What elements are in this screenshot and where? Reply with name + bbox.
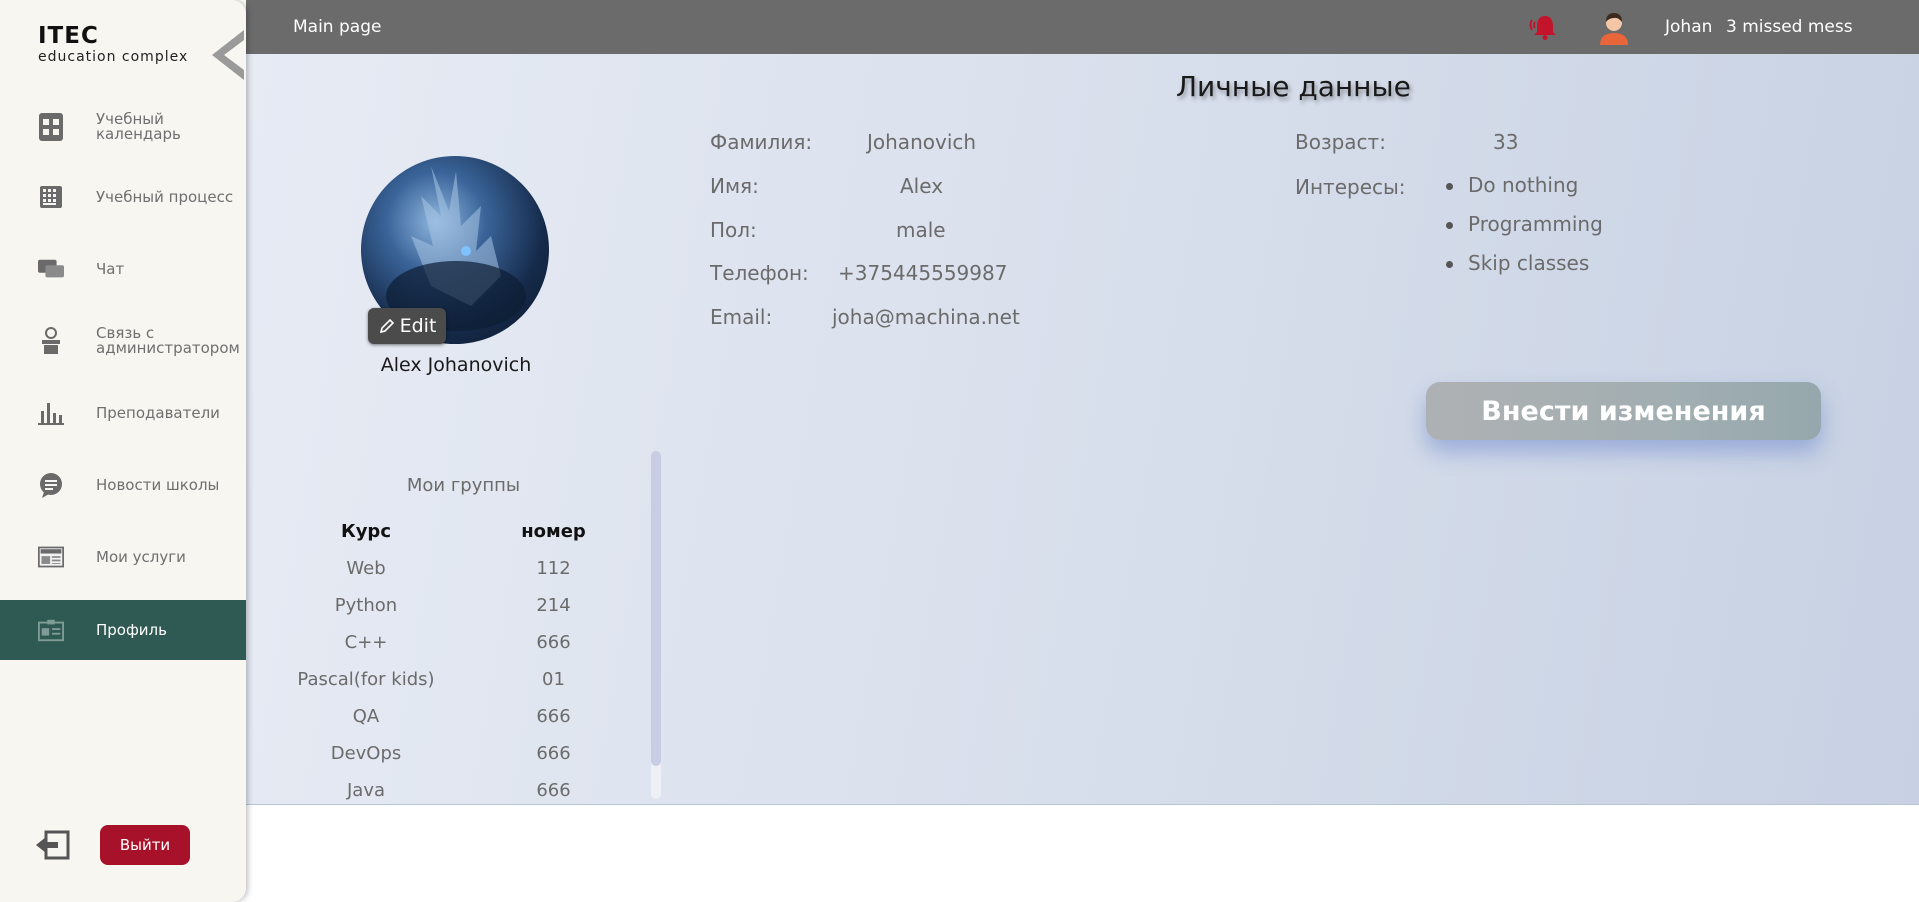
groups-scrollbar[interactable]: [651, 451, 661, 799]
news-bubble-icon: [38, 472, 64, 498]
sidebar-item-label: Учебный календарь: [96, 110, 181, 143]
number-cell: 01: [542, 669, 565, 690]
number-cell: 214: [536, 595, 571, 616]
sidebar: ITEC education complex Учебный календарь…: [0, 0, 246, 902]
age-value: 33: [1493, 130, 1519, 154]
profile-panel: Личные данные Edit Alex Johanovich Фамил…: [246, 54, 1919, 805]
sidebar-item-label: Учебный процесс: [96, 187, 234, 206]
column-header-course: Курс: [340, 520, 391, 542]
sidebar-item-profile[interactable]: Профиль: [0, 600, 246, 660]
admin-icon: [38, 327, 64, 354]
list-item: Programming: [1446, 212, 1603, 251]
calculator-icon: [38, 184, 64, 210]
interests-list: Do nothing Programming Skip classes: [1446, 173, 1603, 290]
list-item: Skip classes: [1446, 251, 1603, 290]
interests-label: Интересы:: [1295, 175, 1406, 199]
phone-label: Телефон:: [710, 261, 809, 285]
table-row[interactable]: Java 666: [276, 772, 651, 809]
number-cell: 666: [536, 743, 571, 764]
table-row[interactable]: Web 112: [276, 550, 651, 587]
column-header-number: номер: [521, 520, 586, 542]
scrollbar-thumb[interactable]: [651, 451, 661, 766]
number-cell: 666: [536, 780, 571, 801]
table-header-row: Курс номер: [276, 512, 651, 550]
phone-value: +375445559987: [838, 261, 1008, 285]
name-value: Alex: [900, 174, 944, 198]
topbar: Main page Johan 3 missed mess: [246, 0, 1919, 54]
email-value: joha@machina.net: [832, 305, 1020, 329]
gender-label: Пол:: [710, 218, 757, 242]
number-cell: 112: [536, 558, 571, 579]
notification-bell-icon[interactable]: [1528, 13, 1562, 41]
pencil-icon: [379, 318, 394, 334]
collapse-sidebar-icon[interactable]: [210, 30, 246, 80]
bar-chart-icon: [38, 400, 64, 426]
sidebar-item-label: Мои услуги: [96, 547, 186, 566]
user-avatar-icon[interactable]: [1596, 9, 1632, 45]
course-cell: Java: [346, 780, 386, 801]
sidebar-item-chat[interactable]: Чат: [0, 240, 246, 298]
course-cell: Pascal(for kids): [297, 669, 435, 690]
profile-name: Alex Johanovich: [380, 354, 532, 376]
sidebar-item-teachers[interactable]: Преподаватели: [0, 384, 246, 442]
sidebar-item-label: Преподаватели: [96, 403, 220, 422]
name-label: Имя:: [710, 174, 759, 198]
number-cell: 666: [536, 632, 571, 653]
table-row[interactable]: QA 666: [276, 698, 651, 735]
course-cell: Python: [334, 595, 398, 616]
sidebar-item-label: Новости школы: [96, 475, 220, 494]
logo-subtitle: education complex: [38, 49, 189, 65]
edit-avatar-button[interactable]: Edit: [368, 308, 446, 344]
number-cell: 666: [536, 706, 571, 727]
surname-value: Johanovich: [867, 130, 977, 154]
edit-label: Edit: [399, 315, 437, 337]
table-row[interactable]: Pascal(for kids) 01: [276, 661, 651, 698]
course-cell: DevOps: [330, 743, 402, 764]
surname-label: Фамилия:: [710, 130, 813, 154]
logout-button[interactable]: Выйти: [100, 825, 190, 865]
logo[interactable]: ITEC education complex: [38, 22, 188, 64]
calendar-grid-icon: [38, 113, 64, 141]
sidebar-item-news[interactable]: Новости школы: [0, 456, 246, 514]
groups-table: Курс номер Web 112 Python 214 C++ 666 Pasca…: [276, 512, 651, 809]
course-cell: Web: [346, 558, 386, 579]
page-title[interactable]: Main page: [293, 17, 381, 37]
groups-title: Мои группы: [406, 475, 521, 496]
course-cell: C++: [344, 632, 388, 653]
sidebar-item-process[interactable]: Учебный процесс: [0, 168, 246, 226]
sidebar-item-calendar[interactable]: Учебный календарь: [0, 98, 246, 156]
id-card-icon: [38, 617, 64, 643]
username[interactable]: Johan: [1665, 17, 1712, 37]
save-changes-button[interactable]: Внести изменения: [1426, 382, 1821, 440]
sidebar-item-label: Профиль: [96, 620, 167, 639]
sidebar-item-label: Чат: [96, 259, 125, 278]
newspaper-icon: [38, 544, 64, 570]
sidebar-item-label: Связь с администратором: [96, 324, 240, 357]
table-row[interactable]: DevOps 666: [276, 735, 651, 772]
email-label: Email:: [710, 305, 773, 329]
logout-icon[interactable]: [36, 830, 70, 860]
sidebar-item-services[interactable]: Мои услуги: [0, 528, 246, 586]
list-item: Do nothing: [1446, 173, 1603, 212]
age-label: Возраст:: [1295, 130, 1386, 154]
missed-messages[interactable]: 3 missed mess: [1726, 17, 1853, 37]
sidebar-item-admin[interactable]: Связь с администратором: [0, 312, 246, 370]
section-title: Личные данные: [1176, 70, 1411, 103]
table-row[interactable]: Python 214: [276, 587, 651, 624]
table-row[interactable]: C++ 666: [276, 624, 651, 661]
gender-value: male: [896, 218, 946, 242]
logo-title: ITEC: [38, 23, 99, 49]
chat-icon: [38, 256, 64, 282]
course-cell: QA: [352, 706, 380, 727]
